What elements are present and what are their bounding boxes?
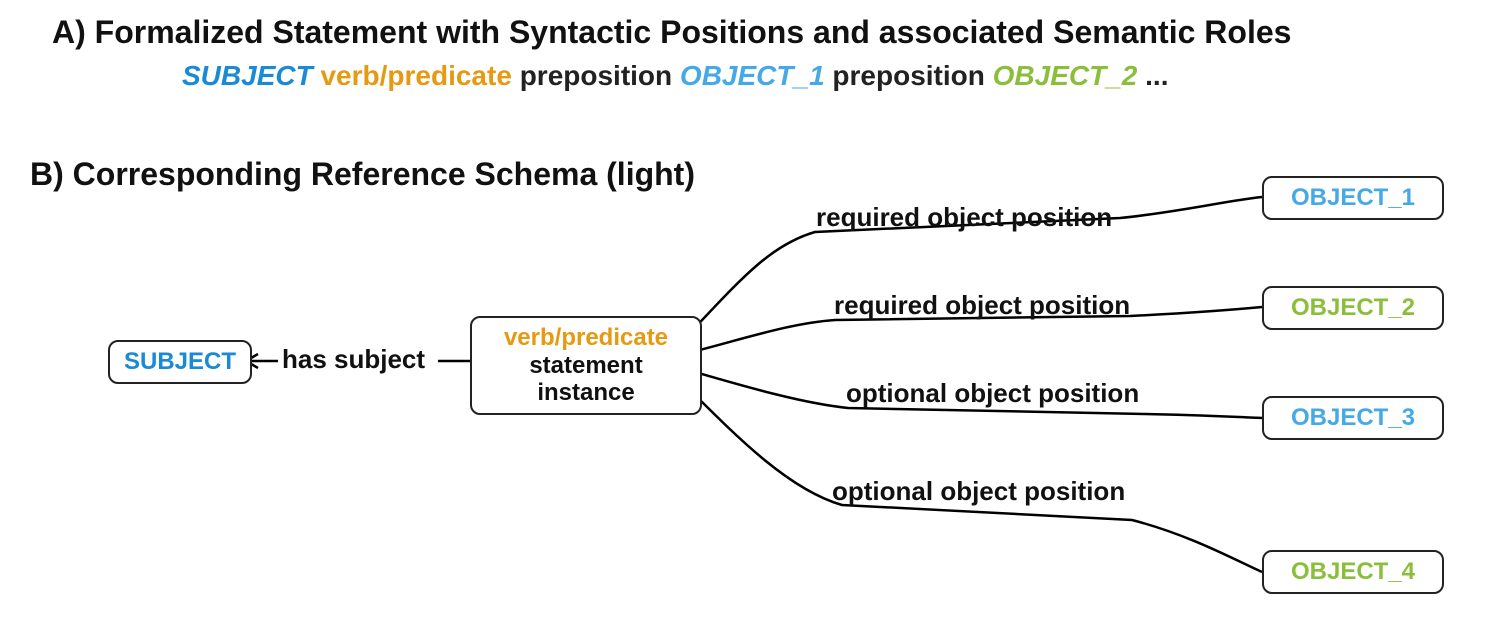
section-a-heading: A) Formalized Statement with Syntactic P… (52, 14, 1291, 51)
node-object-1: OBJECT_1 (1262, 176, 1444, 220)
node-object-1-label: OBJECT_1 (1291, 184, 1415, 211)
node-object-4: OBJECT_4 (1262, 550, 1444, 594)
node-center-verb: verb/predicate (486, 324, 686, 352)
diagram-page: A) Formalized Statement with Syntactic P… (0, 0, 1492, 636)
node-subject-label: SUBJECT (124, 348, 236, 375)
node-object-4-label: OBJECT_4 (1291, 558, 1415, 585)
edge-has-subject: has subject (282, 344, 425, 375)
token-verb: verb/predicate (320, 60, 511, 91)
node-subject: SUBJECT (108, 340, 252, 384)
edge-required-2: required object position (834, 290, 1130, 321)
token-preposition-1: preposition (520, 60, 672, 91)
token-preposition-2: preposition (832, 60, 984, 91)
node-object-2: OBJECT_2 (1262, 286, 1444, 330)
token-object-2: OBJECT_2 (993, 60, 1138, 91)
token-ellipsis: ... (1145, 60, 1168, 91)
token-object-1: OBJECT_1 (680, 60, 825, 91)
node-statement-instance: verb/predicate statement instance (470, 316, 702, 415)
statement-template: SUBJECT verb/predicate preposition OBJEC… (182, 60, 1169, 92)
node-object-3: OBJECT_3 (1262, 396, 1444, 440)
node-object-3-label: OBJECT_3 (1291, 404, 1415, 431)
token-subject: SUBJECT (182, 60, 313, 91)
node-object-2-label: OBJECT_2 (1291, 294, 1415, 321)
node-center-rest: statement instance (486, 352, 686, 407)
edge-required-1: required object position (816, 202, 1112, 233)
edge-optional-3: optional object position (846, 378, 1139, 409)
section-b-heading: B) Corresponding Reference Schema (light… (30, 156, 695, 193)
edge-optional-4: optional object position (832, 476, 1125, 507)
